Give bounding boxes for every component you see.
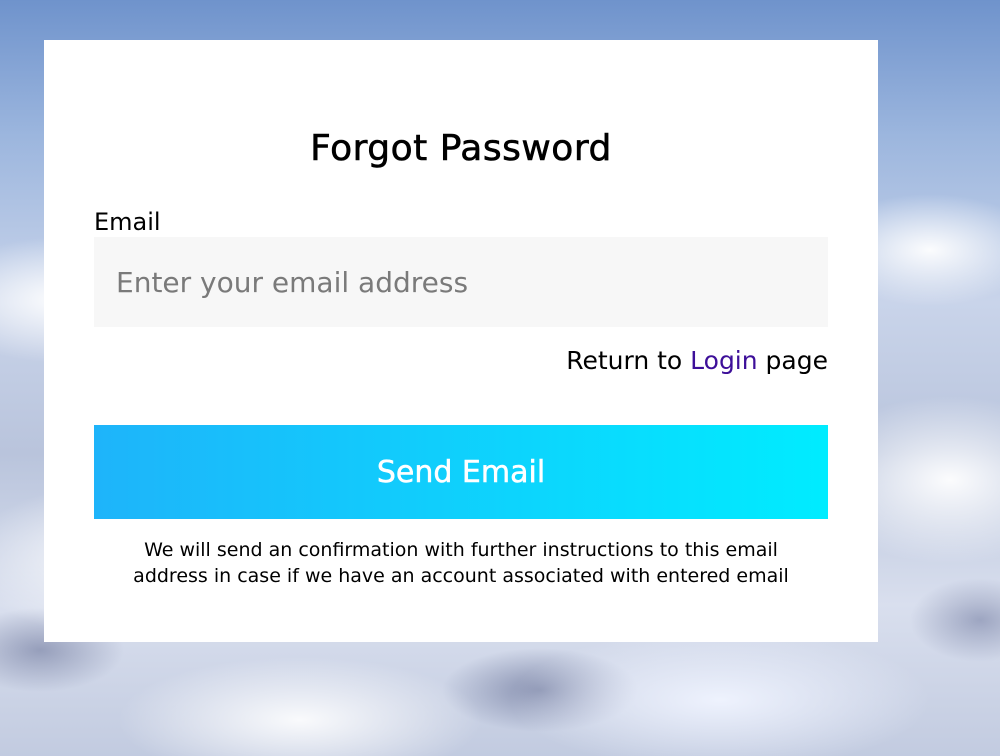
page-title: Forgot Password [310,128,612,170]
return-prefix: Return to [566,346,691,375]
email-label: Email [94,208,161,236]
forgot-password-card: Forgot Password Email Return to Login pa… [44,40,878,642]
login-link[interactable]: Login [690,346,757,375]
return-to-login-text: Return to Login page [566,346,828,375]
info-note: We will send an confirmation with furthe… [133,539,789,587]
email-field[interactable] [94,237,828,327]
return-suffix: page [757,346,828,375]
send-email-button[interactable]: Send Email [94,425,828,519]
